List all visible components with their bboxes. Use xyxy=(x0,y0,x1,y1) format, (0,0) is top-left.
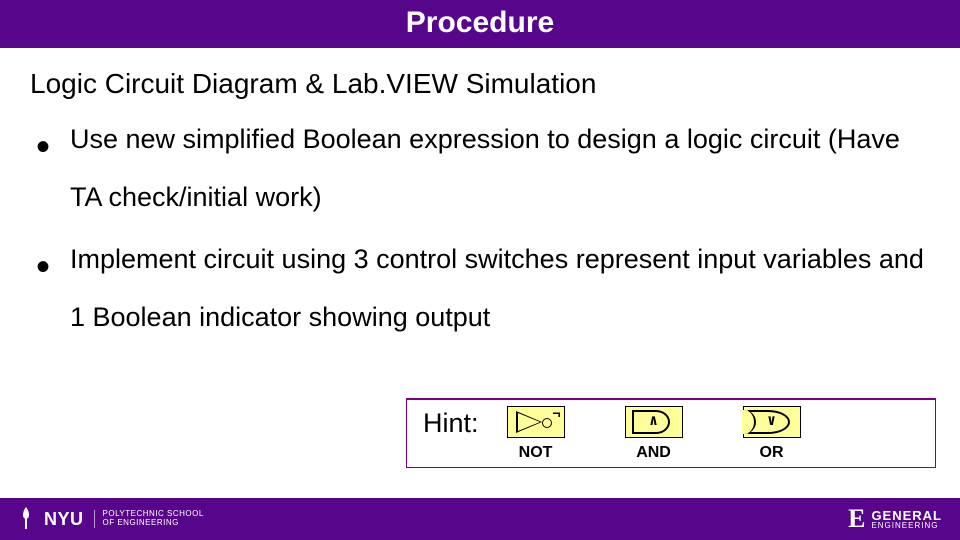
not-gate-icon: ¬ xyxy=(507,406,565,438)
or-gate-icon: ∨ xyxy=(743,406,801,438)
gate-symbol: ¬ xyxy=(552,405,560,421)
eg-general: GENERAL xyxy=(871,509,942,522)
subtitle: Logic Circuit Diagram & Lab.VIEW Simulat… xyxy=(30,68,932,100)
eg-engineering: ENGINEERING xyxy=(871,522,942,530)
slide: Procedure Logic Circuit Diagram & Lab.VI… xyxy=(0,0,960,540)
bullet-item: Use new simplified Boolean expression to… xyxy=(30,110,932,226)
gate-not: ¬ NOT xyxy=(507,406,565,462)
bullet-list: Use new simplified Boolean expression to… xyxy=(30,110,932,346)
content-area: Logic Circuit Diagram & Lab.VIEW Simulat… xyxy=(0,48,960,346)
gate-symbol: ∨ xyxy=(744,411,800,430)
bullet-item: Implement circuit using 3 control switch… xyxy=(30,230,932,346)
gate-caption: NOT xyxy=(519,444,553,462)
nyu-logo-block: NYU POLYTECHNIC SCHOOL OF ENGINEERING xyxy=(18,507,204,531)
gate-caption: AND xyxy=(636,444,671,462)
gate-caption: OR xyxy=(760,444,784,462)
nyu-text: NYU xyxy=(44,509,84,530)
gate-and: ∧ AND xyxy=(625,406,683,462)
title-bar: Procedure xyxy=(0,0,960,48)
slide-title: Procedure xyxy=(406,6,554,39)
gate-or: ∨ OR xyxy=(743,406,801,462)
and-gate-icon: ∧ xyxy=(625,406,683,438)
eg-e-icon: E xyxy=(848,506,865,532)
gate-symbol: ∧ xyxy=(626,411,682,430)
footer-bar: NYU POLYTECHNIC SCHOOL OF ENGINEERING E … xyxy=(0,498,960,540)
nyu-subtext: POLYTECHNIC SCHOOL OF ENGINEERING xyxy=(94,510,204,528)
nyu-sub-line: OF ENGINEERING xyxy=(103,519,204,528)
eg-subtext: GENERAL ENGINEERING xyxy=(871,509,942,530)
nyu-torch-icon xyxy=(18,507,34,531)
eg-logo-block: E GENERAL ENGINEERING xyxy=(848,506,942,532)
bullet-text: Implement circuit using 3 control switch… xyxy=(70,244,924,332)
hint-label: Hint: xyxy=(423,408,479,439)
hint-box: Hint: ¬ NOT ∧ AND ∨ OR xyxy=(406,398,936,468)
bullet-text: Use new simplified Boolean expression to… xyxy=(70,124,900,212)
